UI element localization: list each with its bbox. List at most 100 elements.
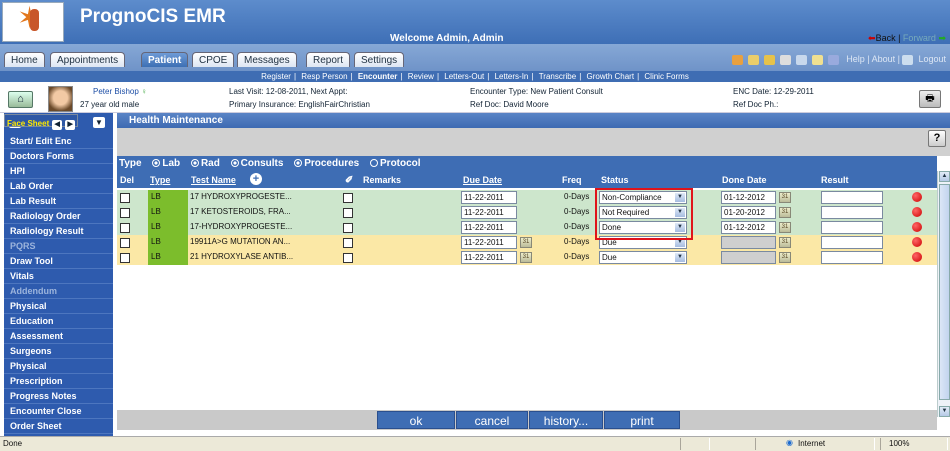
- search-icon[interactable]: [827, 54, 839, 65]
- alerts-icon[interactable]: [731, 54, 743, 65]
- remove-row-icon[interactable]: [912, 237, 922, 247]
- radio-procedures-label[interactable]: Procedures: [304, 158, 359, 169]
- radio-rad[interactable]: [190, 159, 199, 167]
- sidebar-item[interactable]: Prescription: [4, 374, 113, 389]
- sidebar-item[interactable]: Surgeons: [4, 344, 113, 359]
- sidebar-item[interactable]: Radiology Order: [4, 209, 113, 224]
- printer-icon[interactable]: 🖶: [919, 90, 941, 108]
- logout-link[interactable]: Logout: [918, 54, 946, 64]
- delete-checkbox[interactable]: [120, 238, 130, 248]
- mail-icon[interactable]: [811, 54, 823, 65]
- subnav-letters-out[interactable]: Letters-Out: [441, 72, 487, 81]
- print-queue-icon[interactable]: [795, 54, 807, 65]
- subnav-letters-in[interactable]: Letters-In: [492, 72, 532, 81]
- result-input[interactable]: [821, 251, 883, 264]
- subnav-review[interactable]: Review: [405, 72, 437, 81]
- done-date-input[interactable]: 01-20-2012: [721, 206, 776, 219]
- remarks-checkbox[interactable]: [343, 223, 353, 233]
- done-date-calendar-icon[interactable]: 31: [779, 252, 791, 263]
- patient-info-icon[interactable]: ♀: [141, 87, 147, 96]
- radio-consults[interactable]: [230, 159, 239, 167]
- sidebar-item[interactable]: Progress Notes: [4, 389, 113, 404]
- result-input[interactable]: [821, 206, 883, 219]
- remarks-checkbox[interactable]: [343, 208, 353, 218]
- forward-link[interactable]: Forward: [903, 33, 936, 43]
- sidebar-item[interactable]: Lab Result: [4, 194, 113, 209]
- back-arrow-icon[interactable]: ⬅: [868, 33, 876, 43]
- due-date-calendar-icon[interactable]: 31: [520, 237, 532, 248]
- scroll-up-icon[interactable]: ▲: [939, 171, 950, 182]
- remarks-checkbox[interactable]: [343, 238, 353, 248]
- sidebar-item[interactable]: Doctors Forms: [4, 149, 113, 164]
- radio-protocol[interactable]: [370, 159, 379, 167]
- print-button[interactable]: print: [604, 411, 680, 429]
- done-date-input[interactable]: 01-12-2012: [721, 221, 776, 234]
- back-link[interactable]: Back: [876, 33, 896, 43]
- remarks-checkbox[interactable]: [343, 193, 353, 203]
- sidebar-prev-icon[interactable]: ◀: [52, 120, 63, 130]
- sidebar-item[interactable]: Vitals: [4, 269, 113, 284]
- zoom-level[interactable]: 100%: [889, 439, 909, 448]
- tab-report[interactable]: Report: [306, 52, 351, 67]
- tab-settings[interactable]: Settings: [354, 52, 405, 67]
- delete-checkbox[interactable]: [120, 253, 130, 263]
- done-date-calendar-icon[interactable]: 31: [779, 237, 791, 248]
- radio-procedures[interactable]: [294, 159, 303, 167]
- delete-checkbox[interactable]: [120, 208, 130, 218]
- col-type[interactable]: Type: [150, 175, 170, 185]
- done-date-calendar-icon[interactable]: 31: [779, 222, 791, 233]
- scroll-thumb[interactable]: [939, 184, 950, 400]
- sidebar-item[interactable]: Draw Tool: [4, 254, 113, 269]
- patient-name[interactable]: Peter Bishop ♀: [93, 87, 147, 96]
- subnav-transcribe[interactable]: Transcribe: [536, 72, 580, 81]
- sidebar-item[interactable]: PQRS: [4, 239, 113, 254]
- scroll-down-icon[interactable]: ▼: [939, 406, 950, 417]
- delete-checkbox[interactable]: [120, 223, 130, 233]
- done-date-input[interactable]: 01-12-2012: [721, 191, 776, 204]
- remove-row-icon[interactable]: [912, 207, 922, 217]
- due-date-input[interactable]: 11-22-2011: [461, 251, 517, 264]
- patient-home-icon[interactable]: ⌂: [8, 91, 33, 108]
- sidebar-item[interactable]: Face Sheet ◀ ▶: [4, 114, 79, 130]
- help-button[interactable]: ?: [928, 130, 946, 147]
- sidebar-item[interactable]: Radiology Result: [4, 224, 113, 239]
- delete-checkbox[interactable]: [120, 193, 130, 203]
- zoom-segment[interactable]: 100%: [880, 438, 948, 450]
- radio-consults-label[interactable]: Consults: [241, 158, 284, 169]
- sidebar-item[interactable]: HPI: [4, 164, 113, 179]
- sidebar-next-icon[interactable]: ▶: [65, 120, 76, 130]
- about-link[interactable]: About: [872, 54, 896, 64]
- radio-protocol-label[interactable]: Protocol: [380, 158, 421, 169]
- sidebar-item[interactable]: Addendum: [4, 284, 113, 299]
- tab-home[interactable]: Home: [4, 52, 45, 67]
- result-input[interactable]: [821, 221, 883, 234]
- remove-row-icon[interactable]: [912, 192, 922, 202]
- done-date-calendar-icon[interactable]: 31: [779, 207, 791, 218]
- sidebar-item[interactable]: Start/ Edit Enc: [4, 134, 113, 149]
- subnav-growth-chart[interactable]: Growth Chart: [584, 72, 638, 81]
- remarks-checkbox[interactable]: [343, 253, 353, 263]
- sidebar-item[interactable]: Education: [4, 314, 113, 329]
- sidebar-item[interactable]: Lab Order: [4, 179, 113, 194]
- done-date-input[interactable]: [721, 236, 776, 249]
- sidebar-item[interactable]: Assessment: [4, 329, 113, 344]
- sidebar-item[interactable]: Physical: [4, 359, 113, 374]
- remove-row-icon[interactable]: [912, 252, 922, 262]
- sidebar-item[interactable]: Order Sheet: [4, 419, 113, 434]
- radio-lab[interactable]: [152, 159, 161, 167]
- col-test-name[interactable]: Test Name: [191, 175, 236, 185]
- subnav-register[interactable]: Register: [258, 72, 294, 81]
- tasks-icon[interactable]: [779, 54, 791, 65]
- sidebar-scroll-down-icon[interactable]: ▼: [93, 117, 105, 128]
- radio-rad-label[interactable]: Rad: [201, 158, 220, 169]
- cancel-button[interactable]: cancel: [456, 411, 528, 429]
- result-input[interactable]: [821, 236, 883, 249]
- forward-arrow-icon[interactable]: ➡: [938, 33, 946, 43]
- done-date-input[interactable]: [721, 251, 776, 264]
- due-date-input[interactable]: 11-22-2011: [461, 236, 517, 249]
- sidebar-item[interactable]: Encounter Close: [4, 404, 113, 419]
- inbox-icon[interactable]: [747, 54, 759, 65]
- subnav-clinic-forms[interactable]: Clinic Forms: [641, 72, 691, 81]
- tab-cpoe[interactable]: CPOE: [192, 52, 235, 67]
- due-date-input[interactable]: 11-22-2011: [461, 206, 517, 219]
